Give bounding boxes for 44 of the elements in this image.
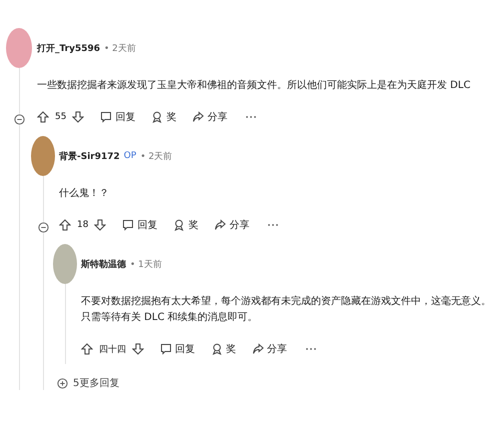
comment-text: 一些数据挖掘者来源发现了玉皇大帝和佛祖的音频文件。所以他们可能实际上是在为天庭开发 DLC [37,78,472,93]
reply-button[interactable]: 回复 [160,342,195,356]
reply-button[interactable]: 回复 [100,110,136,124]
more-options-icon[interactable] [305,347,317,351]
vote-count: 四十四 [99,344,126,356]
vote-count: 55 [55,112,66,122]
award-button[interactable]: 奖 [151,110,176,124]
award-button[interactable]: 奖 [211,342,236,356]
share-button[interactable]: 分享 [192,110,228,124]
upvote-icon[interactable] [37,111,49,123]
collapse-button[interactable] [14,114,24,124]
chat-bubble-icon [122,219,134,231]
op-label: OP [124,151,136,161]
comment-text: 什么鬼！？ [59,187,110,201]
vote-count: 18 [77,220,88,230]
comment-text: 不要对数据挖掘抱有太大希望，每个游戏都有未完成的资产隐藏在游戏文件中，这毫无意义。只需等待有关 DLC 和续集的消息即可。 [81,294,492,325]
award-ribbon-icon [211,343,223,355]
username[interactable]: 打开_Try5596 [37,42,100,54]
reply-button[interactable]: 回复 [122,218,158,232]
timestamp: • 1天前 [130,258,162,270]
award-button[interactable]: 奖 [173,218,198,232]
username[interactable]: 背景-Sir9172 [59,150,120,162]
upvote-icon[interactable] [59,219,71,231]
collapse-button[interactable] [38,222,48,232]
share-button[interactable]: 分享 [214,218,250,232]
timestamp: • 2天前 [140,150,172,162]
downvote-icon[interactable] [132,343,144,355]
share-button[interactable]: 分享 [252,342,287,356]
timestamp: • 2天前 [104,42,136,54]
share-arrow-icon [214,219,226,231]
more-options-icon[interactable] [267,223,280,227]
more-options-icon[interactable] [245,115,258,119]
share-arrow-icon [192,111,204,123]
username[interactable]: 斯特勒温德 [81,258,126,270]
downvote-icon[interactable] [72,111,84,123]
upvote-icon[interactable] [81,343,93,355]
share-arrow-icon [252,343,264,355]
more-replies-button[interactable]: 5更多回复 [53,368,120,390]
award-ribbon-icon [151,111,164,123]
downvote-icon[interactable] [94,219,106,231]
expand-icon [57,378,68,388]
chat-bubble-icon [160,343,172,355]
award-ribbon-icon [173,219,186,231]
chat-bubble-icon [100,111,112,123]
